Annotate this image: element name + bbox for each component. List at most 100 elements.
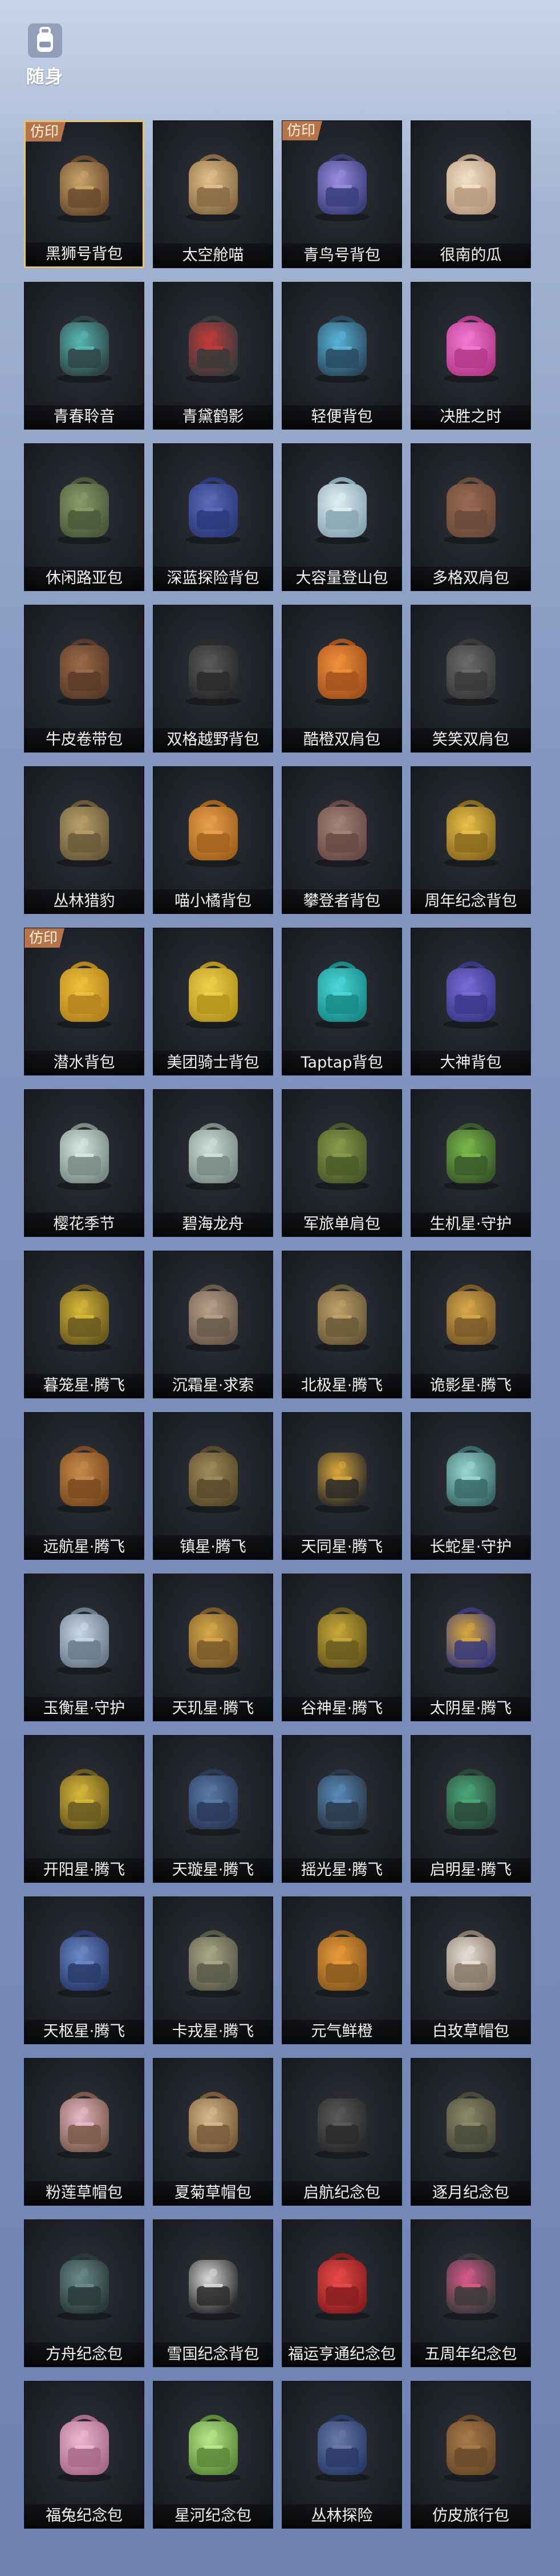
- item-card[interactable]: 很南的瓜: [411, 120, 531, 268]
- backpack-icon: [25, 300, 144, 397]
- item-name: 长蛇星·守护: [411, 1535, 530, 1559]
- item-card[interactable]: 生机星·守护: [411, 1089, 531, 1237]
- item-card[interactable]: 决胜之时: [411, 282, 531, 430]
- item-card[interactable]: 深蓝探险背包: [153, 443, 273, 591]
- item-name: 决胜之时: [411, 405, 530, 429]
- item-card[interactable]: 青春聆音: [24, 282, 144, 430]
- item-name: 粉莲草帽包: [25, 2181, 144, 2205]
- backpack-icon: [153, 945, 273, 1042]
- inventory-header: 随身: [21, 21, 68, 99]
- item-card[interactable]: 樱花季节: [24, 1089, 144, 1237]
- item-card[interactable]: 元气鲜橙: [282, 1896, 402, 2044]
- item-card[interactable]: 笑笑双肩包: [411, 605, 531, 753]
- backpack-icon: [25, 1268, 144, 1365]
- backpack-icon: [25, 461, 144, 558]
- backpack-icon: [153, 2399, 273, 2496]
- item-card[interactable]: 雪国纪念背包: [153, 2219, 273, 2367]
- backpack-icon: [282, 1430, 401, 1527]
- item-card[interactable]: 仿印 潜水背包: [24, 928, 144, 1075]
- item-card[interactable]: 双格越野背包: [153, 605, 273, 753]
- item-card[interactable]: 卡戎星·腾飞: [153, 1896, 273, 2044]
- item-name: 青黛鹤影: [153, 405, 273, 429]
- item-name: 太空舱喵: [153, 244, 273, 268]
- item-name: 白玫草帽包: [411, 2020, 530, 2044]
- item-card[interactable]: 谷神星·腾飞: [282, 1574, 402, 1721]
- item-name: 潜水背包: [25, 1051, 144, 1075]
- backpack-icon: [25, 2399, 144, 2496]
- backpack-icon: [25, 1914, 144, 2011]
- backpack-icon: [25, 1753, 144, 1850]
- backpack-icon: [411, 2237, 530, 2334]
- item-card[interactable]: 轻便背包: [282, 282, 402, 430]
- item-card[interactable]: 仿印 青鸟号背包: [282, 120, 402, 268]
- backpack-icon: [411, 1268, 530, 1365]
- item-card[interactable]: 北极星·腾飞: [282, 1251, 402, 1398]
- item-card[interactable]: 酷橙双肩包: [282, 605, 402, 753]
- item-card[interactable]: 太空舱喵: [153, 120, 273, 268]
- item-card[interactable]: 天同星·腾飞: [282, 1412, 402, 1560]
- item-card[interactable]: 多格双肩包: [411, 443, 531, 591]
- item-card[interactable]: 诡影星·腾飞: [411, 1251, 531, 1398]
- backpack-icon: [282, 622, 401, 719]
- backpack-icon: [411, 945, 530, 1042]
- backpack-icon: [25, 945, 144, 1042]
- item-card[interactable]: 星河纪念包: [153, 2381, 273, 2529]
- item-card[interactable]: 福兔纪念包: [24, 2381, 144, 2529]
- item-name: 攀登者背包: [282, 889, 401, 913]
- item-card[interactable]: 长蛇星·守护: [411, 1412, 531, 1560]
- item-card[interactable]: 仿皮旅行包: [411, 2381, 531, 2529]
- item-card[interactable]: 大神背包: [411, 928, 531, 1075]
- item-card[interactable]: 启明星·腾飞: [411, 1735, 531, 1883]
- backpack-icon: [153, 622, 273, 719]
- item-name: 方舟纪念包: [25, 2343, 144, 2367]
- item-card[interactable]: 逐月纪念包: [411, 2058, 531, 2206]
- item-card[interactable]: 沉霜星·求索: [153, 1251, 273, 1398]
- backpack-icon: [411, 1107, 530, 1204]
- item-card[interactable]: 夏菊草帽包: [153, 2058, 273, 2206]
- item-card[interactable]: 启航纪念包: [282, 2058, 402, 2206]
- item-card[interactable]: 玉衡星·守护: [24, 1574, 144, 1721]
- backpack-icon: [153, 2237, 273, 2334]
- item-card[interactable]: 休闲路亚包: [24, 443, 144, 591]
- item-card[interactable]: 丛林猎豹: [24, 766, 144, 914]
- item-card[interactable]: 军旅单肩包: [282, 1089, 402, 1237]
- item-card[interactable]: 五周年纪念包: [411, 2219, 531, 2367]
- item-card[interactable]: 粉莲草帽包: [24, 2058, 144, 2206]
- item-card[interactable]: 周年纪念背包: [411, 766, 531, 914]
- item-name: 太阴星·腾飞: [411, 1697, 530, 1721]
- item-card[interactable]: 天璇星·腾飞: [153, 1735, 273, 1883]
- item-name: Taptap背包: [282, 1051, 401, 1075]
- item-card[interactable]: 大容量登山包: [282, 443, 402, 591]
- item-card[interactable]: 青黛鹤影: [153, 282, 273, 430]
- item-card[interactable]: Taptap背包: [282, 928, 402, 1075]
- backpack-icon: [411, 2076, 530, 2173]
- item-card[interactable]: 喵小橘背包: [153, 766, 273, 914]
- item-card[interactable]: 福运亨通纪念包: [282, 2219, 402, 2367]
- item-name: 镇星·腾飞: [153, 1535, 273, 1559]
- item-card[interactable]: 太阴星·腾飞: [411, 1574, 531, 1721]
- backpack-icon: [153, 1430, 273, 1527]
- item-card[interactable]: 仿印 黑狮号背包: [24, 120, 144, 268]
- item-card[interactable]: 牛皮卷带包: [24, 605, 144, 753]
- item-card[interactable]: 镇星·腾飞: [153, 1412, 273, 1560]
- item-card[interactable]: 攀登者背包: [282, 766, 402, 914]
- item-card[interactable]: 碧海龙舟: [153, 1089, 273, 1237]
- item-card[interactable]: 开阳星·腾飞: [24, 1735, 144, 1883]
- item-name: 谷神星·腾飞: [282, 1697, 401, 1721]
- item-card[interactable]: 摇光星·腾飞: [282, 1735, 402, 1883]
- page-title: 随身: [26, 66, 64, 87]
- item-card[interactable]: 方舟纪念包: [24, 2219, 144, 2367]
- item-card[interactable]: 美团骑士背包: [153, 928, 273, 1075]
- item-card[interactable]: 天玑星·腾飞: [153, 1574, 273, 1721]
- item-card[interactable]: 远航星·腾飞: [24, 1412, 144, 1560]
- item-card[interactable]: 天枢星·腾飞: [24, 1896, 144, 2044]
- item-card[interactable]: 暮笼星·腾飞: [24, 1251, 144, 1398]
- backpack-icon: [25, 2076, 144, 2173]
- item-name: 逐月纪念包: [411, 2181, 530, 2205]
- item-name: 轻便背包: [282, 405, 401, 429]
- item-name: 诡影星·腾飞: [411, 1374, 530, 1398]
- item-name: 启明星·腾飞: [411, 1858, 530, 1882]
- item-card[interactable]: 丛林探险: [282, 2381, 402, 2529]
- backpack-icon: [411, 461, 530, 558]
- item-card[interactable]: 白玫草帽包: [411, 1896, 531, 2044]
